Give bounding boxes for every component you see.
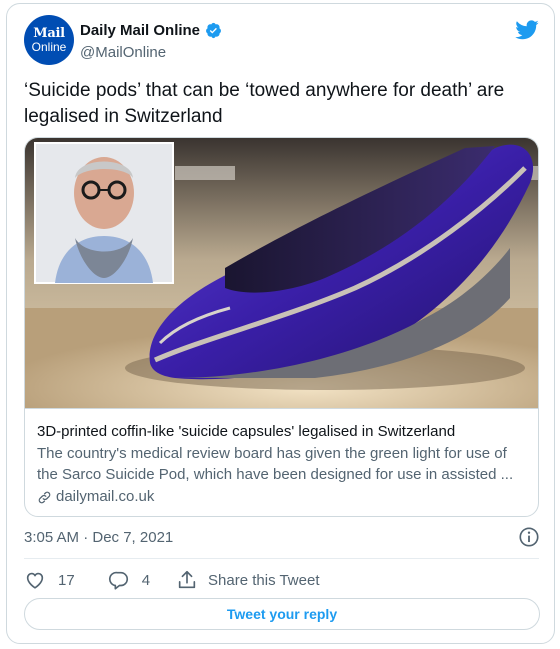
tweet-actions: 17 4 Share this Tweet bbox=[24, 566, 319, 594]
tweet-timestamp[interactable]: 3:05 AM · Dec 7, 2021 bbox=[24, 529, 173, 546]
avatar-logo-line1: Mail bbox=[33, 26, 65, 41]
suicide-pod-photo bbox=[25, 138, 538, 408]
heart-icon bbox=[26, 572, 44, 589]
reply-bubble-icon bbox=[108, 571, 128, 590]
share-button[interactable]: Share this Tweet bbox=[176, 569, 319, 591]
link-icon bbox=[38, 491, 51, 503]
link-preview-body[interactable]: 3D-printed coffin-like 'suicide capsules… bbox=[25, 408, 538, 516]
share-label: Share this Tweet bbox=[208, 571, 320, 589]
share-icon bbox=[178, 570, 196, 589]
twitter-bird-icon[interactable] bbox=[515, 18, 539, 42]
info-icon[interactable] bbox=[518, 526, 540, 548]
link-preview-card[interactable]: 3D-printed coffin-like 'suicide capsules… bbox=[24, 137, 539, 517]
avatar[interactable]: Mail Online bbox=[24, 15, 74, 65]
reply-count: 4 bbox=[141, 571, 151, 589]
link-preview-description: The country's medical review board has g… bbox=[37, 445, 514, 483]
avatar-logo-line2: Online bbox=[31, 40, 67, 54]
author-handle[interactable]: @MailOnline bbox=[80, 44, 166, 61]
reply-button[interactable]: 4 bbox=[108, 569, 150, 591]
tweet-text: ‘Suicide pods’ that can be ‘towed anywhe… bbox=[24, 80, 505, 127]
tweet-card: Mail Online Daily Mail Online @MailOnlin… bbox=[6, 3, 555, 644]
like-button[interactable]: 17 bbox=[24, 569, 75, 591]
link-preview-title: 3D-printed coffin-like 'suicide capsules… bbox=[37, 423, 456, 440]
link-preview-domain: dailymail.co.uk bbox=[56, 488, 155, 505]
tweet-your-reply-button[interactable]: Tweet your reply bbox=[24, 598, 540, 630]
link-preview-image[interactable] bbox=[25, 138, 538, 408]
author-display-name[interactable]: Daily Mail Online bbox=[80, 22, 200, 39]
link-preview-domain-row: dailymail.co.uk bbox=[37, 487, 528, 507]
verified-badge-icon bbox=[206, 22, 221, 39]
like-count: 17 bbox=[58, 571, 75, 589]
divider bbox=[24, 558, 539, 559]
author-name-row[interactable]: Daily Mail Online bbox=[80, 22, 222, 39]
